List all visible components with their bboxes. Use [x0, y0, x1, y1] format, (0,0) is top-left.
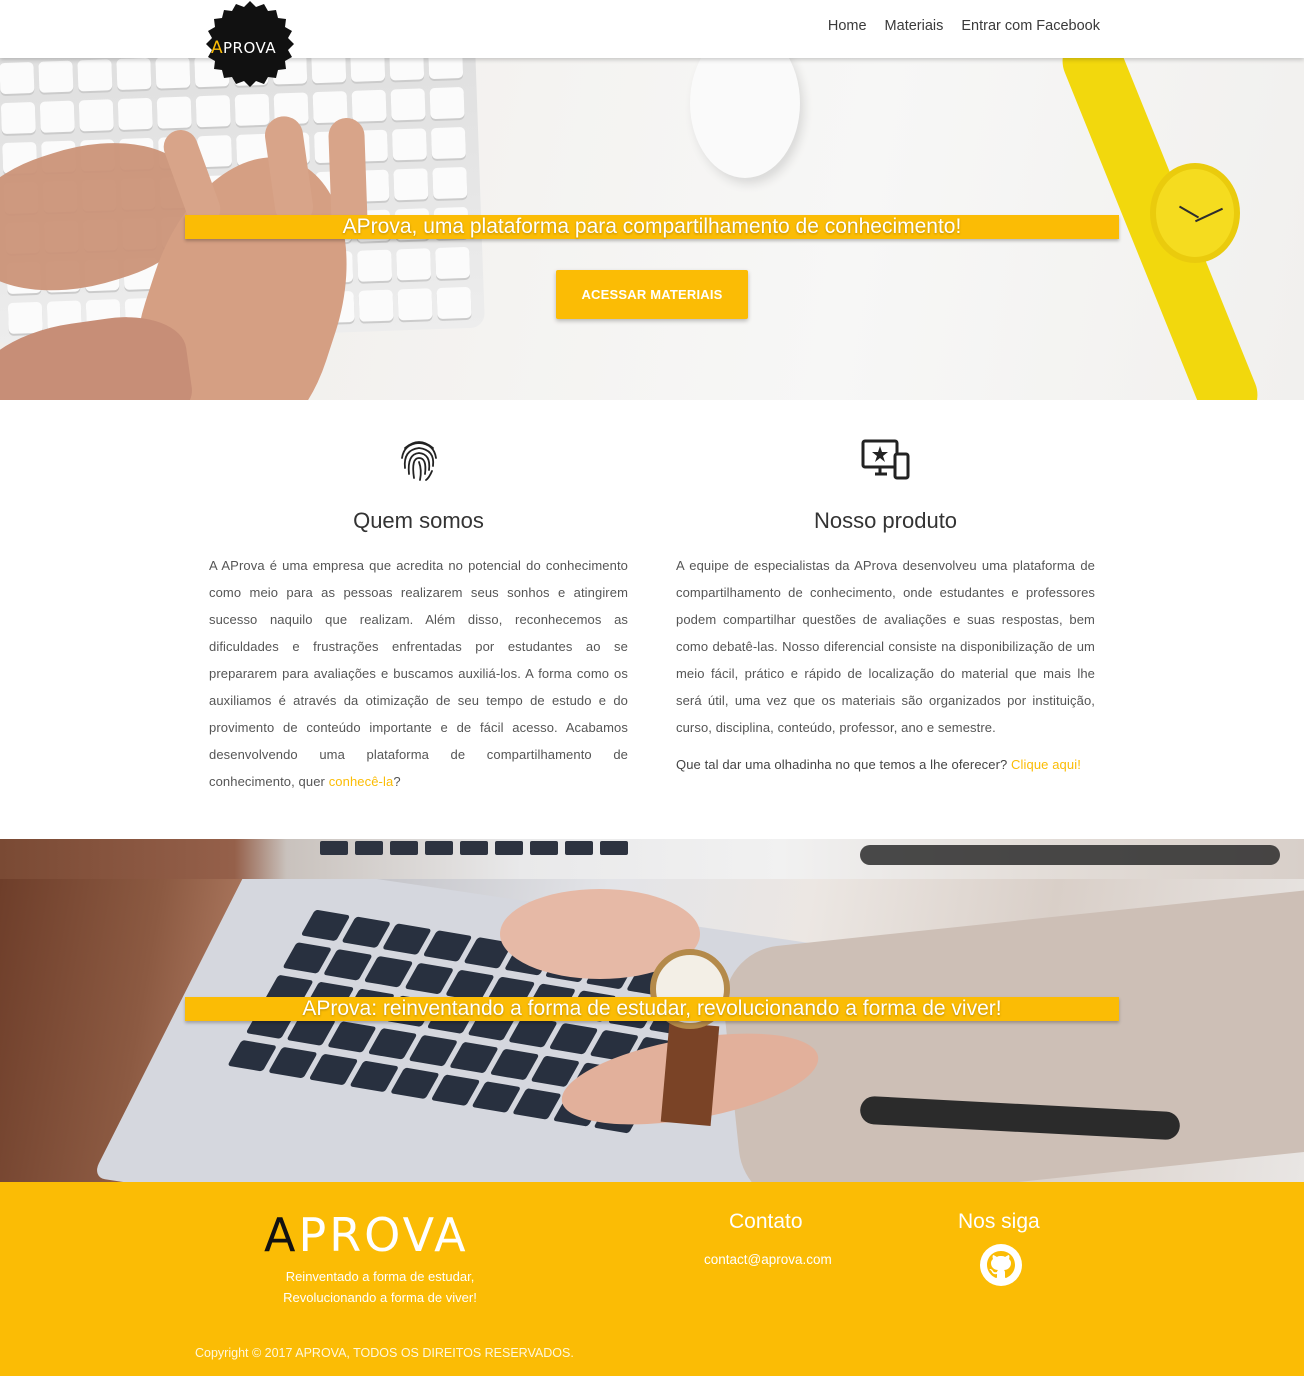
footer-tagline-line1: Reinventado a forma de estudar,	[285, 1269, 475, 1284]
about-us-column: Quem somos A AProva é uma empresa que ac…	[209, 438, 628, 795]
second-banner: AProva: reinventando a forma de estudar,…	[185, 997, 1119, 1021]
nav-links: Home Materiais Entrar com Facebook	[828, 18, 1100, 34]
svg-text:PROVA: PROVA	[223, 39, 276, 57]
our-product-cta-text: Que tal dar uma olhadinha no que temos a…	[676, 757, 1012, 772]
nav-facebook-login-link[interactable]: Entrar com Facebook	[961, 18, 1100, 34]
footer-logo-rest: PROVA	[298, 1208, 469, 1262]
footer-tagline-line2: Revolucionando a forma de viver!	[283, 1290, 477, 1305]
features-section: Quem somos A AProva é uma empresa que ac…	[0, 400, 1304, 839]
top-navbar: Home Materiais Entrar com Facebook	[0, 0, 1304, 58]
logo-badge-icon: A PROVA	[206, 1, 294, 87]
click-here-link[interactable]: Clique aqui!	[1011, 757, 1081, 772]
our-product-column: Nosso produto A equipe de especialistas …	[676, 438, 1095, 778]
footer: APROVA Reinventado a forma de estudar, R…	[0, 1182, 1304, 1376]
second-hero-section: AProva: reinventando a forma de estudar,…	[0, 879, 1304, 1182]
our-product-title: Nosso produto	[813, 508, 958, 533]
copyright-text: Copyright © 2017 APROVA, TODOS OS DIREIT…	[195, 1346, 574, 1360]
about-us-suffix: ?	[393, 774, 401, 789]
footer-tagline: Reinventado a forma de estudar, Revoluci…	[250, 1266, 510, 1308]
footer-logo: APROVA	[264, 1208, 469, 1262]
aprova-logo[interactable]: A PROVA	[203, 0, 297, 92]
our-product-text: A equipe de especialistas da AProva dese…	[676, 558, 1095, 735]
footer-logo-a: A	[264, 1208, 299, 1262]
about-us-body: A AProva é uma empresa que acredita no p…	[209, 558, 628, 789]
about-us-text: A AProva é uma empresa que acredita no p…	[209, 552, 628, 795]
sweater-sleeve	[718, 887, 1304, 1182]
our-product-cta-line: Que tal dar uma olhadinha no que temos a…	[676, 751, 1095, 778]
contact-title: Contato	[729, 1210, 803, 1233]
hero-section: AProva, uma plataforma para compartilham…	[0, 58, 1304, 400]
fingerprint-icon	[393, 438, 445, 486]
learn-more-link[interactable]: conhecê-la	[329, 774, 394, 789]
parallax-strip-image	[0, 839, 1304, 879]
svg-text:A: A	[211, 38, 223, 58]
nav-home-link[interactable]: Home	[828, 18, 867, 34]
follow-title: Nos siga	[958, 1210, 1040, 1233]
devices-icon	[860, 438, 912, 486]
access-materials-button[interactable]: ACESSAR MATERIAIS	[556, 270, 748, 319]
about-us-title: Quem somos	[353, 508, 484, 533]
contact-email-link[interactable]: contact@aprova.com	[704, 1252, 832, 1267]
github-icon[interactable]	[979, 1243, 1023, 1287]
nav-materiais-link[interactable]: Materiais	[885, 18, 944, 34]
watch-strap	[660, 1022, 720, 1126]
hero-banner: AProva, uma plataforma para compartilham…	[185, 215, 1119, 239]
